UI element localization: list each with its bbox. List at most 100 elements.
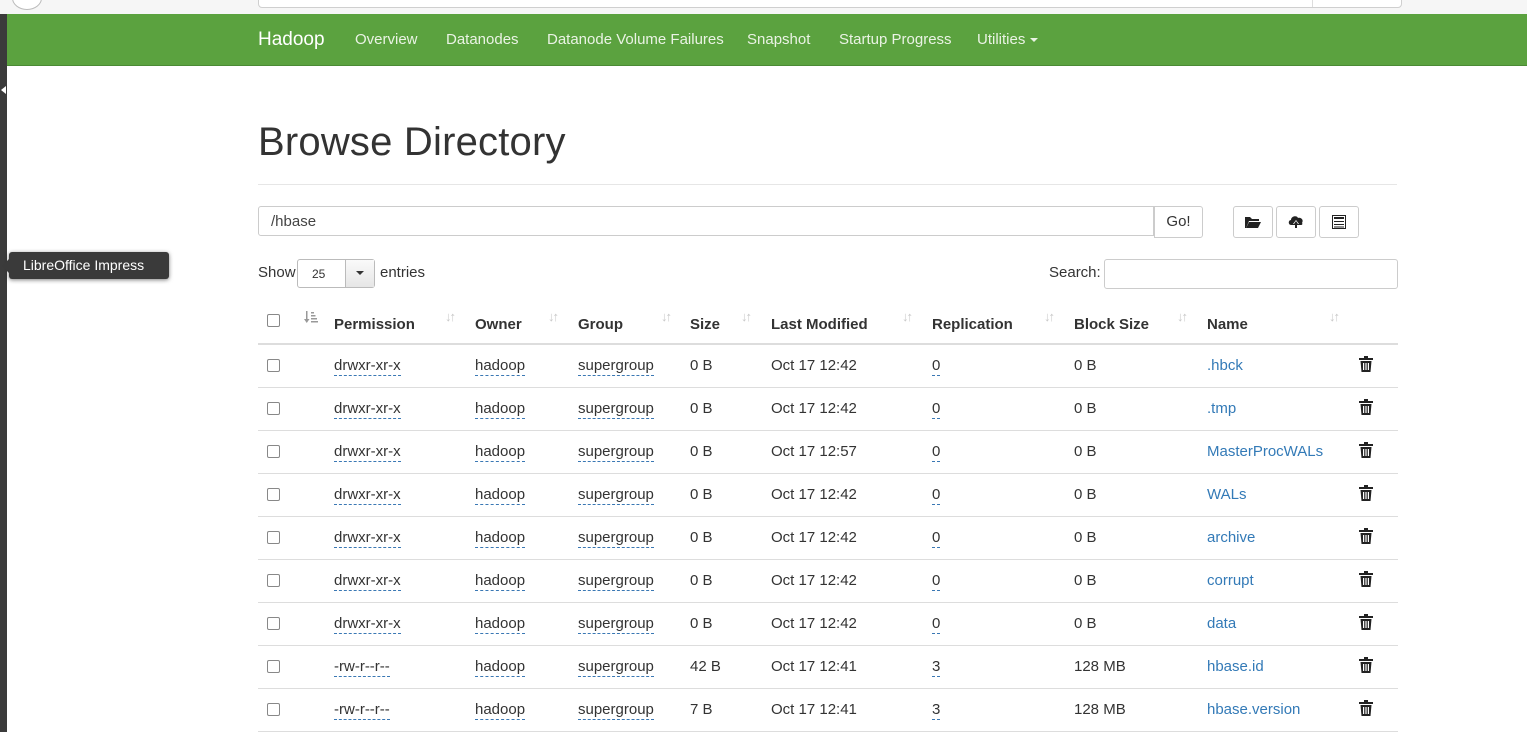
column-last-modified[interactable]: Last Modified xyxy=(771,316,868,333)
row-checkbox[interactable] xyxy=(267,660,280,673)
group-value[interactable]: supergroup xyxy=(578,658,654,677)
column-replication[interactable]: Replication xyxy=(932,316,1013,333)
replication-value[interactable]: 0 xyxy=(932,572,941,591)
table-row: -rw-r--r-- hadoop supergroup 7 B Oct 17 … xyxy=(258,689,1398,732)
owner-value[interactable]: hadoop xyxy=(475,701,526,720)
row-checkbox[interactable] xyxy=(267,402,280,415)
group-value[interactable]: supergroup xyxy=(578,357,654,376)
navbar-brand[interactable]: Hadoop xyxy=(258,29,325,51)
sort-icon[interactable]: ↓↑ xyxy=(661,309,672,324)
group-value[interactable]: supergroup xyxy=(578,443,654,462)
file-name-link[interactable]: MasterProcWALs xyxy=(1207,443,1323,460)
owner-value[interactable]: hadoop xyxy=(475,357,526,376)
column-size[interactable]: Size xyxy=(690,316,720,333)
permission-value[interactable]: drwxr-xr-x xyxy=(334,400,401,419)
select-all-checkbox[interactable] xyxy=(267,314,280,327)
file-name-link[interactable]: data xyxy=(1207,615,1236,632)
group-value[interactable]: supergroup xyxy=(578,529,654,548)
table-row: drwxr-xr-x hadoop supergroup 0 B Oct 17 … xyxy=(258,560,1398,603)
file-name-link[interactable]: WALs xyxy=(1207,486,1246,503)
nav-datanode-volume-failures[interactable]: Datanode Volume Failures xyxy=(547,31,724,48)
replication-value[interactable]: 0 xyxy=(932,400,941,419)
file-name-link[interactable]: .tmp xyxy=(1207,400,1236,417)
nav-overview[interactable]: Overview xyxy=(355,31,418,48)
column-owner[interactable]: Owner xyxy=(475,316,522,333)
permission-value[interactable]: -rw-r--r-- xyxy=(334,701,390,720)
owner-value[interactable]: hadoop xyxy=(475,572,526,591)
row-checkbox[interactable] xyxy=(267,488,280,501)
owner-value[interactable]: hadoop xyxy=(475,529,526,548)
permission-value[interactable]: drwxr-xr-x xyxy=(334,615,401,634)
modified-value: Oct 17 12:42 xyxy=(771,400,857,417)
group-value[interactable]: supergroup xyxy=(578,572,654,591)
row-checkbox[interactable] xyxy=(267,574,280,587)
owner-value[interactable]: hadoop xyxy=(475,486,526,505)
replication-value[interactable]: 0 xyxy=(932,443,941,462)
owner-value[interactable]: hadoop xyxy=(475,400,526,419)
group-value[interactable]: supergroup xyxy=(578,701,654,720)
group-value[interactable]: supergroup xyxy=(578,400,654,419)
row-checkbox[interactable] xyxy=(267,445,280,458)
sort-icon[interactable]: ↓↑ xyxy=(1177,309,1188,324)
sort-icon[interactable]: ↓↑ xyxy=(548,309,559,324)
trash-icon[interactable] xyxy=(1359,657,1373,673)
nav-utilities[interactable]: Utilities xyxy=(977,31,1039,48)
row-checkbox[interactable] xyxy=(267,359,280,372)
row-checkbox[interactable] xyxy=(267,531,280,544)
sort-ascending-icon[interactable] xyxy=(304,310,318,324)
sort-icon[interactable]: ↓↑ xyxy=(1329,309,1340,324)
permission-value[interactable]: drwxr-xr-x xyxy=(334,443,401,462)
column-group[interactable]: Group xyxy=(578,316,623,333)
trash-icon[interactable] xyxy=(1359,356,1373,372)
trash-icon[interactable] xyxy=(1359,528,1373,544)
file-name-link[interactable]: hbase.id xyxy=(1207,658,1264,675)
trash-icon[interactable] xyxy=(1359,485,1373,501)
column-block-size[interactable]: Block Size xyxy=(1074,316,1149,333)
nav-datanodes[interactable]: Datanodes xyxy=(446,31,519,48)
sort-icon[interactable]: ↓↑ xyxy=(1044,309,1055,324)
column-name[interactable]: Name xyxy=(1207,316,1248,333)
trash-icon[interactable] xyxy=(1359,442,1373,458)
browser-address-bar[interactable] xyxy=(258,0,1402,8)
replication-value[interactable]: 0 xyxy=(932,615,941,634)
file-name-link[interactable]: corrupt xyxy=(1207,572,1254,589)
owner-value[interactable]: hadoop xyxy=(475,658,526,677)
upload-files-button[interactable] xyxy=(1276,206,1316,238)
directory-path-input[interactable] xyxy=(258,206,1154,236)
replication-value[interactable]: 0 xyxy=(932,357,941,376)
column-permission[interactable]: Permission xyxy=(334,316,415,333)
trash-icon[interactable] xyxy=(1359,399,1373,415)
replication-value[interactable]: 0 xyxy=(932,529,941,548)
browser-back-button[interactable] xyxy=(12,0,42,10)
row-checkbox[interactable] xyxy=(267,617,280,630)
replication-value[interactable]: 3 xyxy=(932,701,941,720)
sort-icon[interactable]: ↓↑ xyxy=(902,309,913,324)
nav-snapshot[interactable]: Snapshot xyxy=(747,31,810,48)
sort-icon[interactable]: ↓↑ xyxy=(445,309,456,324)
trash-icon[interactable] xyxy=(1359,614,1373,630)
sort-icon[interactable]: ↓↑ xyxy=(741,309,752,324)
permission-value[interactable]: -rw-r--r-- xyxy=(334,658,390,677)
create-directory-button[interactable] xyxy=(1233,206,1273,238)
replication-value[interactable]: 3 xyxy=(932,658,941,677)
owner-value[interactable]: hadoop xyxy=(475,443,526,462)
group-value[interactable]: supergroup xyxy=(578,615,654,634)
cut-paste-button[interactable] xyxy=(1319,206,1359,238)
go-button[interactable]: Go! xyxy=(1154,206,1203,238)
file-name-link[interactable]: hbase.version xyxy=(1207,701,1300,718)
permission-value[interactable]: drwxr-xr-x xyxy=(334,529,401,548)
group-value[interactable]: supergroup xyxy=(578,486,654,505)
replication-value[interactable]: 0 xyxy=(932,486,941,505)
entries-select[interactable]: 25 xyxy=(297,259,375,288)
trash-icon[interactable] xyxy=(1359,700,1373,716)
nav-startup-progress[interactable]: Startup Progress xyxy=(839,31,952,48)
permission-value[interactable]: drwxr-xr-x xyxy=(334,486,401,505)
permission-value[interactable]: drwxr-xr-x xyxy=(334,357,401,376)
search-input[interactable] xyxy=(1104,259,1398,289)
permission-value[interactable]: drwxr-xr-x xyxy=(334,572,401,591)
owner-value[interactable]: hadoop xyxy=(475,615,526,634)
file-name-link[interactable]: .hbck xyxy=(1207,357,1243,374)
trash-icon[interactable] xyxy=(1359,571,1373,587)
file-name-link[interactable]: archive xyxy=(1207,529,1255,546)
row-checkbox[interactable] xyxy=(267,703,280,716)
